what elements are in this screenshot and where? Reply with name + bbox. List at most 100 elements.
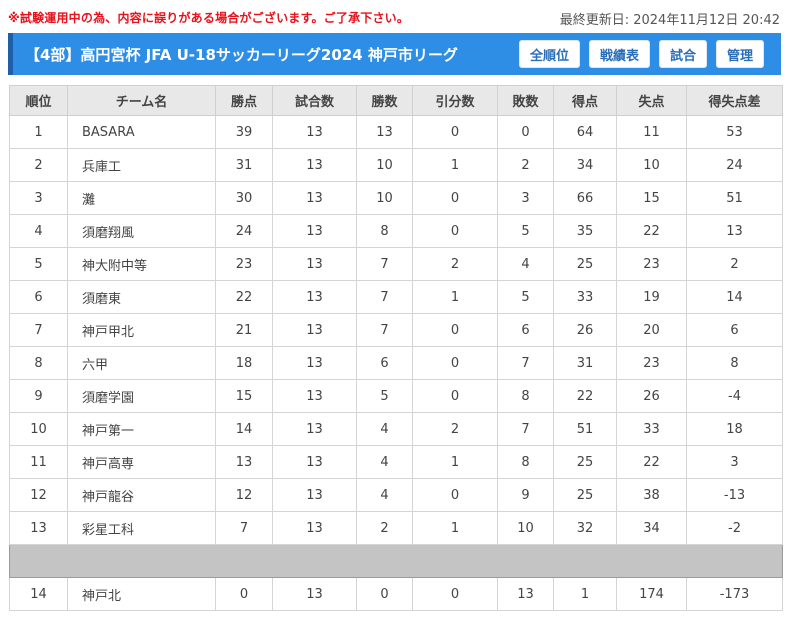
goals-for-cell: 33 <box>553 280 617 314</box>
last-updated: 最終更新日: 2024年11月12日 20:42 <box>559 13 780 28</box>
losses-cell: 9 <box>497 478 554 512</box>
losses-cell: 7 <box>497 412 554 446</box>
team-name-cell: 彩星工科 <box>67 511 216 545</box>
draws-cell: 0 <box>412 115 498 149</box>
draws-cell: 2 <box>412 412 498 446</box>
losses-cell: 0 <box>497 115 554 149</box>
goals-for-cell: 34 <box>553 148 617 182</box>
rank-cell: 11 <box>9 445 68 479</box>
goal-diff-cell: 14 <box>686 280 783 314</box>
team-name-cell: BASARA <box>67 115 216 149</box>
losses-cell: 6 <box>497 313 554 347</box>
goal-diff-cell: 2 <box>686 247 783 281</box>
points-cell: 14 <box>215 412 273 446</box>
goals-for-cell: 66 <box>553 181 617 215</box>
table-row: 12 神戸龍谷 12 13 4 0 9 25 38 -13 <box>9 478 783 512</box>
rank-cell: 8 <box>9 346 68 380</box>
losses-cell: 8 <box>497 445 554 479</box>
table-row: 5 神大附中等 23 13 7 2 4 25 23 2 <box>9 247 783 281</box>
losses-cell: 4 <box>497 247 554 281</box>
table-row: 2 兵庫工 31 13 10 1 2 34 10 24 <box>9 148 783 182</box>
nav-all-standings-button[interactable]: 全順位 <box>518 40 580 68</box>
goal-diff-cell: -13 <box>686 478 783 512</box>
team-name-cell: 灘 <box>67 181 216 215</box>
wins-cell: 5 <box>356 379 413 413</box>
played-cell: 13 <box>272 412 357 446</box>
goal-diff-cell: 13 <box>686 214 783 248</box>
col-header-goal-diff: 得失点差 <box>686 85 783 116</box>
goals-against-cell: 23 <box>616 346 687 380</box>
goal-diff-cell: 18 <box>686 412 783 446</box>
wins-cell: 10 <box>356 181 413 215</box>
wins-cell: 8 <box>356 214 413 248</box>
rank-cell: 14 <box>9 577 68 611</box>
table-row: 7 神戸甲北 21 13 7 0 6 26 20 6 <box>9 313 783 347</box>
played-cell: 13 <box>272 148 357 182</box>
rank-cell: 12 <box>9 478 68 512</box>
points-cell: 31 <box>215 148 273 182</box>
rank-cell: 7 <box>9 313 68 347</box>
league-title: 【4部】高円宮杯 JFA U-18サッカーリーグ2024 神戸市リーグ <box>25 46 458 64</box>
draws-cell: 0 <box>412 577 498 611</box>
draws-cell: 0 <box>412 214 498 248</box>
rank-cell: 9 <box>9 379 68 413</box>
col-header-points: 勝点 <box>215 85 273 116</box>
goal-diff-cell: 53 <box>686 115 783 149</box>
points-cell: 21 <box>215 313 273 347</box>
goals-for-cell: 22 <box>553 379 617 413</box>
points-cell: 0 <box>215 577 273 611</box>
played-cell: 13 <box>272 280 357 314</box>
played-cell: 13 <box>272 313 357 347</box>
goal-diff-cell: -173 <box>686 577 783 611</box>
rank-cell: 2 <box>9 148 68 182</box>
col-header-losses: 敗数 <box>497 85 554 116</box>
nav-results-table-button[interactable]: 戦績表 <box>588 40 650 68</box>
losses-cell: 5 <box>497 214 554 248</box>
losses-cell: 8 <box>497 379 554 413</box>
wins-cell: 2 <box>356 511 413 545</box>
col-header-goals-against: 失点 <box>616 85 687 116</box>
draws-cell: 0 <box>412 379 498 413</box>
col-header-goals-for: 得点 <box>553 85 617 116</box>
played-cell: 13 <box>272 346 357 380</box>
played-cell: 13 <box>272 379 357 413</box>
goals-for-cell: 64 <box>553 115 617 149</box>
played-cell: 13 <box>272 577 357 611</box>
table-row: 1 BASARA 39 13 13 0 0 64 11 53 <box>9 115 783 149</box>
team-name-cell: 須磨学園 <box>67 379 216 413</box>
goal-diff-cell: 3 <box>686 445 783 479</box>
standings-table: 順位 チーム名 勝点 試合数 勝数 引分数 敗数 得点 失点 得失点差 1 BAS… <box>9 85 783 611</box>
nav-matches-button[interactable]: 試合 <box>658 40 707 68</box>
team-name-cell: 神戸高専 <box>67 445 216 479</box>
points-cell: 18 <box>215 346 273 380</box>
losses-cell: 2 <box>497 148 554 182</box>
goals-against-cell: 19 <box>616 280 687 314</box>
goals-for-cell: 26 <box>553 313 617 347</box>
goals-against-cell: 174 <box>616 577 687 611</box>
losses-cell: 7 <box>497 346 554 380</box>
rank-cell: 13 <box>9 511 68 545</box>
nav-admin-button[interactable]: 管理 <box>715 40 764 68</box>
draws-cell: 1 <box>412 280 498 314</box>
losses-cell: 5 <box>497 280 554 314</box>
wins-cell: 4 <box>356 478 413 512</box>
trial-notice: ※試験運用中の為、内容に誤りがある場合がございます。ご了承下さい。 <box>8 11 410 25</box>
col-header-draws: 引分数 <box>412 85 498 116</box>
draws-cell: 1 <box>412 148 498 182</box>
draws-cell: 1 <box>412 445 498 479</box>
points-cell: 12 <box>215 478 273 512</box>
table-row: 3 灘 30 13 10 0 3 66 15 51 <box>9 181 783 215</box>
goals-for-cell: 31 <box>553 346 617 380</box>
draws-cell: 0 <box>412 181 498 215</box>
goal-diff-cell: 6 <box>686 313 783 347</box>
played-cell: 13 <box>272 445 357 479</box>
goals-against-cell: 23 <box>616 247 687 281</box>
team-name-cell: 神戸甲北 <box>67 313 216 347</box>
points-cell: 23 <box>215 247 273 281</box>
col-header-played: 試合数 <box>272 85 357 116</box>
col-header-wins: 勝数 <box>356 85 413 116</box>
team-name-cell: 神戸龍谷 <box>67 478 216 512</box>
team-name-cell: 六甲 <box>67 346 216 380</box>
wins-cell: 7 <box>356 247 413 281</box>
rank-cell: 4 <box>9 214 68 248</box>
